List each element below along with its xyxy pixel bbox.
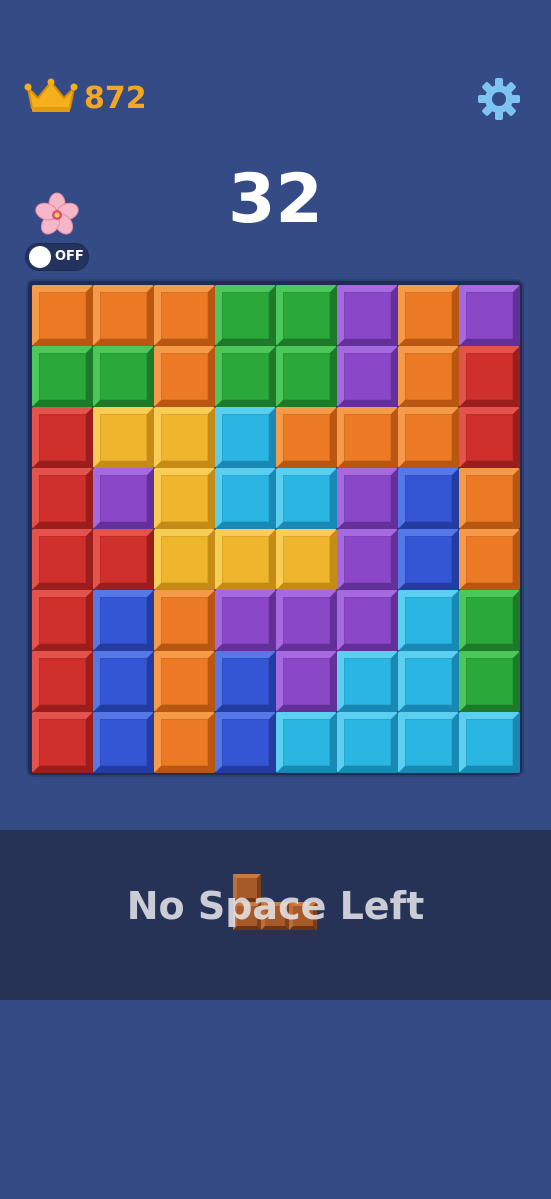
- board-cell: [154, 590, 215, 651]
- board-cell: [93, 590, 154, 651]
- settings-button[interactable]: [476, 76, 522, 122]
- board-cell: [32, 712, 93, 773]
- crown-icon: [24, 78, 78, 118]
- current-score: 32: [228, 160, 323, 239]
- board-cell: [459, 651, 520, 712]
- board-cell: [398, 712, 459, 773]
- game-board[interactable]: [26, 279, 524, 777]
- board-cell: [154, 651, 215, 712]
- gear-icon: [476, 78, 522, 126]
- board-cell: [459, 285, 520, 346]
- toggle-label: OFF: [55, 249, 84, 264]
- board-cell: [337, 285, 398, 346]
- board-cell: [215, 712, 276, 773]
- board-cell: [337, 590, 398, 651]
- board-cell: [337, 712, 398, 773]
- board-cell: [93, 529, 154, 590]
- board-cell: [276, 468, 337, 529]
- board-cell: [459, 712, 520, 773]
- board-cell: [276, 346, 337, 407]
- board-cell: [276, 529, 337, 590]
- board-cell: [215, 285, 276, 346]
- board-cell: [459, 590, 520, 651]
- board-cell: [215, 407, 276, 468]
- board-cell: [398, 407, 459, 468]
- board-cell: [215, 529, 276, 590]
- best-score: 872: [24, 78, 147, 118]
- board-cell: [154, 407, 215, 468]
- board-cell: [276, 590, 337, 651]
- board-cell: [32, 285, 93, 346]
- board-cell: [398, 285, 459, 346]
- board-cell: [398, 346, 459, 407]
- best-score-value: 872: [84, 80, 147, 116]
- board-cell: [215, 590, 276, 651]
- board-cell: [32, 651, 93, 712]
- board-cell: [398, 468, 459, 529]
- board-cell: [276, 407, 337, 468]
- board-cell: [276, 651, 337, 712]
- board-cell: [154, 285, 215, 346]
- board-cell: [93, 651, 154, 712]
- board-cell: [459, 407, 520, 468]
- board-cell: [276, 712, 337, 773]
- board-cell: [93, 285, 154, 346]
- board-cell: [154, 468, 215, 529]
- board-cell: [337, 468, 398, 529]
- board-cell: [398, 590, 459, 651]
- cherry-blossom-icon: [34, 192, 80, 238]
- mode-toggle[interactable]: OFF: [25, 243, 89, 271]
- board-cell: [398, 529, 459, 590]
- board-cell: [32, 346, 93, 407]
- board-cell: [337, 346, 398, 407]
- board-cell: [215, 468, 276, 529]
- board-cell: [215, 346, 276, 407]
- board-cell: [215, 651, 276, 712]
- board-cell: [32, 529, 93, 590]
- board-cell: [93, 712, 154, 773]
- no-space-left-text: No Space Left: [126, 884, 425, 928]
- board-cell: [93, 468, 154, 529]
- board-cell: [337, 407, 398, 468]
- board-cell: [93, 407, 154, 468]
- board-cell: [32, 590, 93, 651]
- toggle-knob: [29, 246, 51, 268]
- board-cell: [337, 529, 398, 590]
- board-cell: [459, 468, 520, 529]
- board-cell: [154, 346, 215, 407]
- board-cell: [398, 651, 459, 712]
- board-cell: [337, 651, 398, 712]
- board-cell: [154, 529, 215, 590]
- board-cell: [154, 712, 215, 773]
- board-cell: [32, 468, 93, 529]
- board-cell: [459, 346, 520, 407]
- board-cell: [32, 407, 93, 468]
- board-cell: [276, 285, 337, 346]
- board-cell: [93, 346, 154, 407]
- board-cell: [459, 529, 520, 590]
